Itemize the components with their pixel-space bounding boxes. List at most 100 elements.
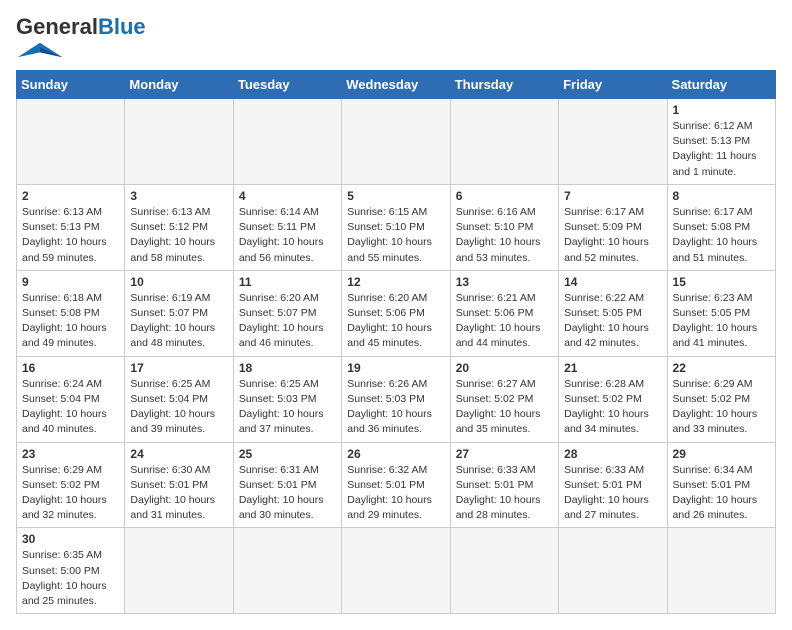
calendar-cell: 1 Sunrise: 6:12 AMSunset: 5:13 PMDaylight… xyxy=(667,99,775,185)
day-number: 28 xyxy=(564,447,661,461)
day-number: 25 xyxy=(239,447,336,461)
calendar-cell: 16 Sunrise: 6:24 AMSunset: 5:04 PMDayligh… xyxy=(17,356,125,442)
day-info: Sunrise: 6:33 AMSunset: 5:01 PMDaylight:… xyxy=(456,463,553,524)
day-number: 27 xyxy=(456,447,553,461)
day-info: Sunrise: 6:13 AMSunset: 5:13 PMDaylight:… xyxy=(22,205,119,266)
calendar-cell xyxy=(125,528,233,614)
day-number: 4 xyxy=(239,189,336,203)
day-number: 9 xyxy=(22,275,119,289)
calendar-cell: 8Sunrise: 6:17 AMSunset: 5:08 PMDaylight… xyxy=(667,184,775,270)
weekday-header-tuesday: Tuesday xyxy=(233,71,341,99)
calendar-table: SundayMondayTuesdayWednesdayThursdayFrid… xyxy=(16,70,776,614)
day-info: Sunrise: 6:20 AMSunset: 5:06 PMDaylight:… xyxy=(347,291,444,352)
calendar-cell: 25 Sunrise: 6:31 AMSunset: 5:01 PMDayligh… xyxy=(233,442,341,528)
calendar-cell: 20 Sunrise: 6:27 AMSunset: 5:02 PMDayligh… xyxy=(450,356,558,442)
day-number: 30 xyxy=(22,532,119,546)
day-number: 24 xyxy=(130,447,227,461)
day-number: 6 xyxy=(456,189,553,203)
day-number: 22 xyxy=(673,361,770,375)
calendar-cell xyxy=(342,528,450,614)
weekday-header-monday: Monday xyxy=(125,71,233,99)
week-row-2: 2 Sunrise: 6:13 AMSunset: 5:13 PMDaylight… xyxy=(17,184,776,270)
day-info: Sunrise: 6:24 AMSunset: 5:04 PMDaylight:… xyxy=(22,377,119,438)
week-row-1: 1 Sunrise: 6:12 AMSunset: 5:13 PMDaylight… xyxy=(17,99,776,185)
calendar-cell xyxy=(450,528,558,614)
day-info: Sunrise: 6:21 AMSunset: 5:06 PMDaylight:… xyxy=(456,291,553,352)
week-row-3: 9 Sunrise: 6:18 AMSunset: 5:08 PMDaylight… xyxy=(17,270,776,356)
calendar-cell xyxy=(233,99,341,185)
day-number: 8 xyxy=(673,189,770,203)
day-info: Sunrise: 6:30 AMSunset: 5:01 PMDaylight:… xyxy=(130,463,227,524)
week-row-6: 30Sunrise: 6:35 AMSunset: 5:00 PMDayligh… xyxy=(17,528,776,614)
day-number: 13 xyxy=(456,275,553,289)
calendar-cell xyxy=(233,528,341,614)
calendar-cell: 18 Sunrise: 6:25 AMSunset: 5:03 PMDayligh… xyxy=(233,356,341,442)
day-number: 16 xyxy=(22,361,119,375)
weekday-header-saturday: Saturday xyxy=(667,71,775,99)
day-number: 23 xyxy=(22,447,119,461)
weekday-header-friday: Friday xyxy=(559,71,667,99)
day-number: 18 xyxy=(239,361,336,375)
calendar-cell: 26Sunrise: 6:32 AMSunset: 5:01 PMDayligh… xyxy=(342,442,450,528)
calendar-cell xyxy=(17,99,125,185)
calendar-cell xyxy=(559,99,667,185)
logo-text: GeneralBlue xyxy=(16,16,146,38)
day-number: 11 xyxy=(239,275,336,289)
calendar-cell: 24 Sunrise: 6:30 AMSunset: 5:01 PMDayligh… xyxy=(125,442,233,528)
day-number: 1 xyxy=(673,103,770,117)
day-number: 3 xyxy=(130,189,227,203)
calendar-cell: 6Sunrise: 6:16 AMSunset: 5:10 PMDaylight… xyxy=(450,184,558,270)
day-number: 20 xyxy=(456,361,553,375)
day-info: Sunrise: 6:23 AMSunset: 5:05 PMDaylight:… xyxy=(673,291,770,352)
calendar-cell: 11 Sunrise: 6:20 AMSunset: 5:07 PMDayligh… xyxy=(233,270,341,356)
day-info: Sunrise: 6:19 AMSunset: 5:07 PMDaylight:… xyxy=(130,291,227,352)
day-number: 10 xyxy=(130,275,227,289)
page-header: GeneralBlue xyxy=(16,16,776,60)
calendar-cell xyxy=(342,99,450,185)
week-row-4: 16 Sunrise: 6:24 AMSunset: 5:04 PMDayligh… xyxy=(17,356,776,442)
day-info: Sunrise: 6:20 AMSunset: 5:07 PMDaylight:… xyxy=(239,291,336,352)
day-info: Sunrise: 6:33 AMSunset: 5:01 PMDaylight:… xyxy=(564,463,661,524)
day-info: Sunrise: 6:12 AMSunset: 5:13 PMDaylight:… xyxy=(673,119,770,180)
day-info: Sunrise: 6:13 AMSunset: 5:12 PMDaylight:… xyxy=(130,205,227,266)
week-row-5: 23 Sunrise: 6:29 AMSunset: 5:02 PMDayligh… xyxy=(17,442,776,528)
day-info: Sunrise: 6:29 AMSunset: 5:02 PMDaylight:… xyxy=(22,463,119,524)
day-info: Sunrise: 6:18 AMSunset: 5:08 PMDaylight:… xyxy=(22,291,119,352)
calendar-cell: 29Sunrise: 6:34 AMSunset: 5:01 PMDayligh… xyxy=(667,442,775,528)
calendar-cell: 14 Sunrise: 6:22 AMSunset: 5:05 PMDayligh… xyxy=(559,270,667,356)
calendar-cell: 15 Sunrise: 6:23 AMSunset: 5:05 PMDayligh… xyxy=(667,270,775,356)
day-info: Sunrise: 6:25 AMSunset: 5:03 PMDaylight:… xyxy=(239,377,336,438)
weekday-header-wednesday: Wednesday xyxy=(342,71,450,99)
calendar-cell: 27 Sunrise: 6:33 AMSunset: 5:01 PMDayligh… xyxy=(450,442,558,528)
calendar-cell: 2 Sunrise: 6:13 AMSunset: 5:13 PMDaylight… xyxy=(17,184,125,270)
weekday-header-sunday: Sunday xyxy=(17,71,125,99)
day-number: 21 xyxy=(564,361,661,375)
day-number: 14 xyxy=(564,275,661,289)
calendar-cell: 19Sunrise: 6:26 AMSunset: 5:03 PMDayligh… xyxy=(342,356,450,442)
day-info: Sunrise: 6:28 AMSunset: 5:02 PMDaylight:… xyxy=(564,377,661,438)
day-info: Sunrise: 6:31 AMSunset: 5:01 PMDaylight:… xyxy=(239,463,336,524)
calendar-cell: 22 Sunrise: 6:29 AMSunset: 5:02 PMDayligh… xyxy=(667,356,775,442)
day-number: 17 xyxy=(130,361,227,375)
calendar-cell: 23 Sunrise: 6:29 AMSunset: 5:02 PMDayligh… xyxy=(17,442,125,528)
day-info: Sunrise: 6:22 AMSunset: 5:05 PMDaylight:… xyxy=(564,291,661,352)
calendar-cell: 13 Sunrise: 6:21 AMSunset: 5:06 PMDayligh… xyxy=(450,270,558,356)
day-info: Sunrise: 6:14 AMSunset: 5:11 PMDaylight:… xyxy=(239,205,336,266)
calendar-cell xyxy=(125,99,233,185)
day-info: Sunrise: 6:17 AMSunset: 5:09 PMDaylight:… xyxy=(564,205,661,266)
calendar-cell xyxy=(559,528,667,614)
calendar-cell: 10 Sunrise: 6:19 AMSunset: 5:07 PMDayligh… xyxy=(125,270,233,356)
calendar-cell: 30Sunrise: 6:35 AMSunset: 5:00 PMDayligh… xyxy=(17,528,125,614)
day-info: Sunrise: 6:29 AMSunset: 5:02 PMDaylight:… xyxy=(673,377,770,438)
calendar-cell: 4 Sunrise: 6:14 AMSunset: 5:11 PMDaylight… xyxy=(233,184,341,270)
day-info: Sunrise: 6:32 AMSunset: 5:01 PMDaylight:… xyxy=(347,463,444,524)
calendar-cell: 3 Sunrise: 6:13 AMSunset: 5:12 PMDaylight… xyxy=(125,184,233,270)
day-info: Sunrise: 6:27 AMSunset: 5:02 PMDaylight:… xyxy=(456,377,553,438)
day-number: 2 xyxy=(22,189,119,203)
day-number: 7 xyxy=(564,189,661,203)
day-number: 19 xyxy=(347,361,444,375)
calendar-cell: 9 Sunrise: 6:18 AMSunset: 5:08 PMDaylight… xyxy=(17,270,125,356)
logo-icon xyxy=(16,40,64,60)
day-number: 15 xyxy=(673,275,770,289)
day-info: Sunrise: 6:15 AMSunset: 5:10 PMDaylight:… xyxy=(347,205,444,266)
